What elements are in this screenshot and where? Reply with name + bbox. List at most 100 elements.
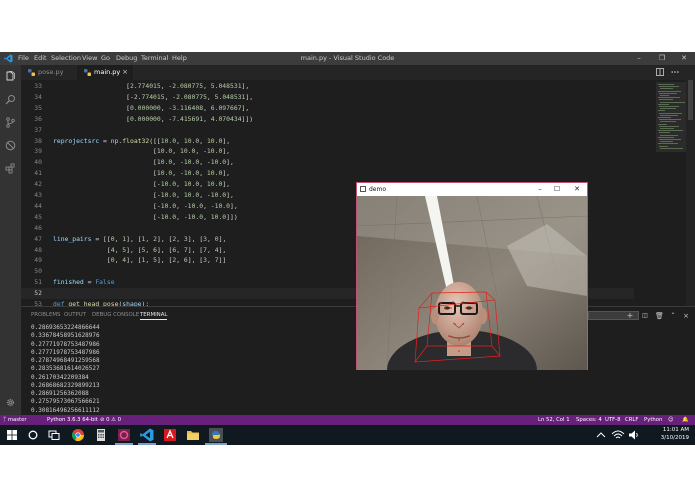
- windows-start-icon[interactable]: [4, 427, 20, 443]
- python-file-icon: [84, 69, 91, 76]
- status-bar: ᛉ master Python 3.6.3 64-bit ⊘ 0 ⚠ 0 Ln …: [0, 415, 695, 425]
- line-number: 49: [34, 256, 42, 265]
- line-number: 36: [34, 114, 42, 123]
- code-text[interactable]: finished = False: [53, 277, 115, 288]
- minimap-line: [658, 130, 684, 132]
- webcam-frame: [357, 196, 587, 370]
- code-line[interactable]: 33 [2.774015, -2.080775, 5.048531],: [21, 81, 634, 92]
- terminal-line: 0.28693653224866644: [31, 324, 100, 331]
- language-mode[interactable]: Python: [644, 415, 662, 425]
- new-terminal-icon[interactable]: +: [626, 312, 634, 320]
- code-text[interactable]: [10.0, 10.0, -10.0],: [53, 146, 230, 157]
- demo-close-button[interactable]: ✕: [569, 183, 585, 196]
- code-text[interactable]: [-10.0, 10.0, -10.0],: [53, 190, 234, 201]
- branch-status[interactable]: ᛉ master: [3, 415, 27, 425]
- acrobat-icon[interactable]: [162, 427, 178, 443]
- problems-status[interactable]: ⊘ 0 ⚠ 0: [100, 415, 121, 425]
- minimap-line: [660, 147, 684, 149]
- minimize-button[interactable]: –: [628, 52, 650, 65]
- tab-terminal[interactable]: TERMINAL: [140, 312, 168, 320]
- code-line[interactable]: 36 [0.000000, -7.415691, 4.070434]]): [21, 114, 634, 125]
- minimap-line: [660, 95, 669, 96]
- code-line[interactable]: 39 [10.0, 10.0, -10.0],: [21, 146, 634, 157]
- onenote-app-icon[interactable]: [116, 427, 132, 443]
- tab-output[interactable]: OUTPUT: [64, 312, 86, 318]
- split-editor-icon[interactable]: [656, 68, 664, 76]
- volume-icon[interactable]: [626, 427, 642, 443]
- source-control-icon[interactable]: [5, 117, 16, 128]
- search-icon[interactable]: [5, 94, 16, 105]
- code-text[interactable]: reprojectsrc = np.float32([[10.0, 10.0, …: [53, 136, 230, 147]
- code-line[interactable]: 38 reprojectsrc = np.float32([[10.0, 10.0…: [21, 136, 634, 147]
- code-line[interactable]: 37: [21, 125, 634, 136]
- close-panel-icon[interactable]: ×: [682, 312, 690, 320]
- code-text[interactable]: [2.774015, -2.080775, 5.048531],: [53, 81, 249, 92]
- tab-pose-py[interactable]: pose.py: [21, 65, 77, 80]
- tab-main-py[interactable]: main.py ×: [77, 65, 133, 80]
- close-tab-icon[interactable]: ×: [122, 65, 128, 80]
- code-text[interactable]: [0.000000, -7.415691, 4.070434]]): [53, 114, 253, 125]
- extensions-icon[interactable]: [5, 163, 16, 174]
- code-text[interactable]: [4, 5], [5, 6], [6, 7], [7, 4],: [53, 245, 226, 256]
- notifications-icon[interactable]: 🔔: [682, 415, 689, 425]
- feedback-icon[interactable]: ☺: [668, 415, 674, 425]
- demo-maximize-button[interactable]: ☐: [549, 183, 565, 196]
- line-number: 38: [34, 136, 42, 145]
- code-line[interactable]: 40 [10.0, -10.0, -10.0],: [21, 157, 634, 168]
- taskbar-time[interactable]: 11:01 AM: [663, 427, 689, 433]
- file-explorer-icon[interactable]: [185, 427, 201, 443]
- more-actions-icon[interactable]: [671, 68, 679, 76]
- settings-gear-icon[interactable]: [5, 397, 16, 408]
- code-text[interactable]: [-10.0, -10.0, 10.0]]): [53, 212, 238, 223]
- cursor-position[interactable]: Ln 52, Col 1: [538, 415, 570, 425]
- python-app-icon[interactable]: [208, 427, 224, 443]
- demo-minimize-button[interactable]: –: [532, 183, 548, 196]
- kill-terminal-icon[interactable]: 🗑: [655, 312, 664, 320]
- code-text[interactable]: [0, 4], [1, 5], [2, 6], [3, 7]]: [53, 255, 226, 266]
- code-text[interactable]: line_pairs = [[0, 1], [1, 2], [2, 3], [3…: [53, 234, 226, 245]
- tab-problems[interactable]: PROBLEMS: [31, 312, 60, 318]
- minimap-line: [660, 108, 677, 110]
- terminal-line: 0.27579573067566621: [31, 398, 100, 406]
- code-line[interactable]: 35 [0.000000, -3.116408, 6.097667],: [21, 103, 634, 114]
- line-number: 47: [34, 234, 42, 243]
- editor-scrollbar[interactable]: [686, 80, 695, 306]
- close-window-button[interactable]: ✕: [673, 52, 695, 65]
- indentation[interactable]: Spaces: 4: [576, 415, 602, 425]
- warning-count: 0: [117, 417, 121, 423]
- calculator-icon[interactable]: [93, 427, 109, 443]
- code-text[interactable]: [-10.0, -10.0, -10.0],: [53, 201, 238, 212]
- split-terminal-icon[interactable]: ◫: [641, 312, 649, 320]
- code-line[interactable]: 41 [10.0, -10.0, 10.0],: [21, 168, 634, 179]
- tab-debug-console[interactable]: DEBUG CONSOLE: [92, 312, 139, 318]
- network-icon[interactable]: [610, 427, 626, 443]
- code-text[interactable]: [10.0, -10.0, 10.0],: [53, 168, 230, 179]
- explorer-icon[interactable]: [5, 71, 16, 82]
- code-text[interactable]: [0.000000, -3.116408, 6.097667],: [53, 103, 249, 114]
- chrome-icon[interactable]: [70, 427, 86, 443]
- line-endings[interactable]: CRLF: [625, 415, 638, 425]
- minimap[interactable]: [634, 80, 686, 306]
- vscode-taskbar-icon[interactable]: [139, 427, 155, 443]
- task-view-icon[interactable]: [46, 427, 62, 443]
- tray-up-arrow-icon[interactable]: [593, 427, 609, 443]
- debug-icon[interactable]: [5, 140, 16, 151]
- code-text[interactable]: [10.0, -10.0, -10.0],: [53, 157, 234, 168]
- minimap-line: [658, 123, 667, 125]
- minimap-line: [659, 92, 677, 94]
- encoding[interactable]: UTF-8: [605, 415, 620, 425]
- code-line[interactable]: 34 [-2.774015, -2.080775, 5.048531],: [21, 92, 634, 103]
- taskbar-date[interactable]: 3/10/2019: [661, 435, 689, 441]
- line-number: 37: [34, 125, 42, 134]
- code-text[interactable]: def get_head_pose(shape):: [53, 299, 149, 306]
- maximize-panel-icon[interactable]: ⌃: [669, 312, 677, 320]
- code-text[interactable]: [-2.774015, -2.080775, 5.048531],: [53, 92, 253, 103]
- window-title: main.py - Visual Studio Code: [300, 54, 395, 62]
- minimap-line: [658, 110, 666, 112]
- line-number: 43: [34, 191, 42, 199]
- code-text[interactable]: [-10.0, 10.0, 10.0],: [53, 179, 230, 190]
- restore-button[interactable]: ❐: [651, 52, 673, 65]
- python-interpreter[interactable]: Python 3.6.3 64-bit: [47, 415, 98, 425]
- cortana-search-icon[interactable]: [25, 427, 41, 443]
- minimap-line: [659, 125, 679, 127]
